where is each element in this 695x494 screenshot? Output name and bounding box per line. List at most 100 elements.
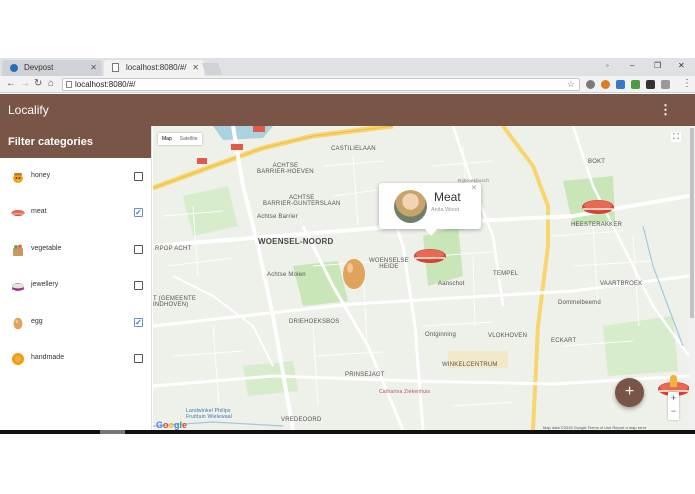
browser-tab-strip: Devpost ✕ localhost:8080/#/ ✕ ◦ – ❐ ✕ xyxy=(0,58,695,76)
extension-translate-icon[interactable] xyxy=(616,80,625,89)
app-title: Localify xyxy=(8,103,49,117)
map-label: WOENSEL-NOORD xyxy=(258,237,334,246)
zoom-out-button[interactable]: − xyxy=(668,405,679,418)
map-label: RPOP ACHT xyxy=(155,246,192,252)
category-checkbox-jewellery[interactable] xyxy=(134,281,143,290)
category-label: vegetable xyxy=(31,245,62,252)
category-checkbox-vegetable[interactable] xyxy=(134,245,143,254)
map-type-control: Map Satellite xyxy=(158,133,202,145)
jewellery-icon xyxy=(12,283,24,291)
back-icon[interactable]: ← xyxy=(6,78,16,90)
page-info-icon[interactable] xyxy=(66,81,72,88)
bookmark-star-icon[interactable]: ☆ xyxy=(567,79,575,90)
category-row-jewellery[interactable]: jewellery xyxy=(0,276,152,296)
map-label: PRINSEJAGT xyxy=(345,372,385,378)
street-view-pegman-icon[interactable] xyxy=(670,375,677,387)
tab-label: localhost:8080/#/ xyxy=(126,63,187,72)
category-checkbox-meat[interactable]: ✓ xyxy=(134,208,143,217)
extension-terminal-icon[interactable] xyxy=(646,80,655,89)
category-label: meat xyxy=(31,208,47,215)
forward-icon[interactable]: → xyxy=(20,78,30,90)
handmade-icon xyxy=(12,353,24,365)
page-scrollbar[interactable] xyxy=(689,126,695,430)
category-label: egg xyxy=(31,318,43,325)
category-row-meat[interactable]: meat ✓ xyxy=(0,203,152,223)
map-base xyxy=(153,126,689,430)
marker-info-window: Meat Anita Wood ✕ xyxy=(379,183,481,236)
extension-counter-icon[interactable] xyxy=(631,80,640,89)
map-label: VLOKHOVEN xyxy=(488,333,528,339)
category-checkbox-handmade[interactable] xyxy=(134,354,143,363)
category-checkbox-egg[interactable]: ✓ xyxy=(134,318,143,327)
map-label: CASTILIELAAN xyxy=(331,146,376,152)
google-logo[interactable]: Google xyxy=(156,420,187,430)
map-label: HEESTERAKKER xyxy=(571,222,623,228)
address-bar[interactable]: localhost:8080/#/ ☆ xyxy=(62,78,580,91)
extension-shield-icon[interactable] xyxy=(586,80,595,89)
category-row-honey[interactable]: honey xyxy=(0,167,152,187)
extension-kanji-icon[interactable] xyxy=(661,80,670,89)
category-checkbox-honey[interactable] xyxy=(134,172,143,181)
meat-marker-icon[interactable] xyxy=(413,247,447,265)
close-tab-icon[interactable]: ✕ xyxy=(90,60,97,76)
home-icon[interactable]: ⌂ xyxy=(48,78,54,90)
map-view[interactable]: Map Satellite ⛶ CASTILIELAAN ACHTSE BARRI… xyxy=(153,126,689,430)
screen: Devpost ✕ localhost:8080/#/ ✕ ◦ – ❐ ✕ ← … xyxy=(0,0,695,494)
meat-steak-icon xyxy=(11,210,25,216)
url-text: localhost:8080/#/ xyxy=(75,80,136,89)
sidebar-heading: Filter categories xyxy=(0,126,151,158)
map-label: TEMPEL xyxy=(493,271,519,277)
map-label: WINKELCENTRUM xyxy=(442,362,498,368)
maximize-button[interactable]: ❐ xyxy=(654,58,661,74)
extension-cookie-icon[interactable] xyxy=(601,80,610,89)
vegetable-basket-icon xyxy=(13,244,23,256)
minimize-button[interactable]: – xyxy=(630,58,634,74)
map-type-map-button[interactable]: Map xyxy=(158,133,176,145)
meat-marker-icon[interactable] xyxy=(581,198,615,216)
profile-icon[interactable]: ◦ xyxy=(606,58,609,74)
map-label: Achtse Barrier xyxy=(257,214,298,220)
zoom-in-button[interactable]: + xyxy=(668,392,679,405)
category-label: handmade xyxy=(31,354,65,361)
map-label: ECKART xyxy=(551,338,577,344)
egg-marker-icon[interactable] xyxy=(341,256,367,290)
close-icon[interactable]: ✕ xyxy=(471,184,477,192)
page-favicon-icon xyxy=(112,63,119,72)
map-type-satellite-button[interactable]: Satellite xyxy=(176,133,202,145)
map-label: VREDEOORD xyxy=(281,417,322,423)
map-label: DRIEHOEKSBOS xyxy=(289,319,340,325)
map-label: BOKT xyxy=(588,159,606,165)
honey-pot-icon xyxy=(13,173,23,183)
tab-localhost[interactable]: localhost:8080/#/ ✕ xyxy=(104,60,204,76)
scrollbar-thumb[interactable] xyxy=(690,128,694,318)
map-label: ACHTSE BARRIER-HOEVEN xyxy=(257,163,314,175)
info-window-title: Meat xyxy=(434,190,461,204)
browser-menu-icon[interactable]: ⋮ xyxy=(682,78,692,90)
browser-toolbar: ← → ↻ ⌂ localhost:8080/#/ ☆ ⋮ xyxy=(0,76,695,93)
fullscreen-icon[interactable]: ⛶ xyxy=(671,132,681,142)
map-label: ACHTSE BARRIER-GUNTERSLAAN xyxy=(263,195,341,207)
category-row-egg[interactable]: egg ✓ xyxy=(0,313,152,333)
close-window-button[interactable]: ✕ xyxy=(678,58,685,74)
new-tab-button[interactable] xyxy=(201,63,223,75)
close-tab-icon[interactable]: ✕ xyxy=(192,60,199,76)
app-header: Localify ⋮ xyxy=(0,94,695,126)
seller-avatar xyxy=(394,190,427,223)
add-listing-button[interactable]: + xyxy=(615,378,644,407)
map-label: Aanschot xyxy=(438,281,465,287)
vertical-dots-icon[interactable]: ⋮ xyxy=(659,102,672,118)
bottom-edge xyxy=(0,430,695,434)
map-label: T (GEMEENTE INDHOVEN) xyxy=(153,296,197,308)
bottom-edge-segment xyxy=(100,430,125,434)
info-window-seller: Anita Wood xyxy=(431,207,460,213)
filter-sidebar: Filter categories honey meat ✓ vegetable… xyxy=(0,126,152,430)
tab-label: Devpost xyxy=(24,63,54,72)
map-label: Dommelbeemd xyxy=(558,300,601,306)
category-row-handmade[interactable]: handmade xyxy=(0,349,152,369)
map-label: Ontginning xyxy=(425,332,457,338)
category-row-vegetable[interactable]: vegetable xyxy=(0,240,152,260)
zoom-control: + − xyxy=(668,392,679,420)
tab-devpost[interactable]: Devpost ✕ xyxy=(2,60,102,76)
map-poi-label: Landwinkel Philips Fruittuin Wielewaal xyxy=(186,408,233,420)
reload-icon[interactable]: ↻ xyxy=(34,78,42,90)
